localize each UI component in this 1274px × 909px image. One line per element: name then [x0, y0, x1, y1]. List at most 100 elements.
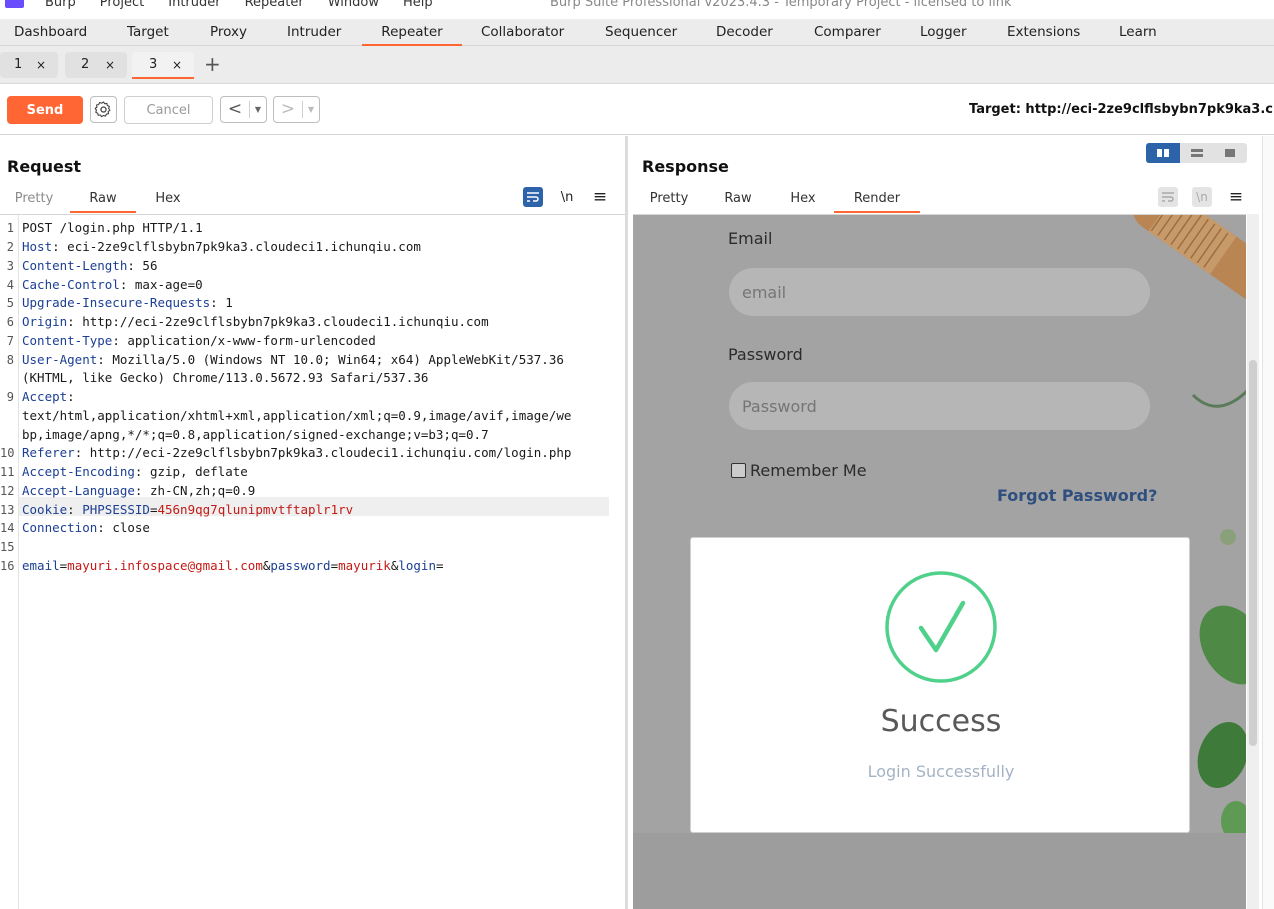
tab-hex[interactable]: Hex [145, 187, 191, 213]
menu-icon[interactable]: ≡ [1226, 187, 1246, 207]
inspector-collapsed-strip[interactable] [1262, 136, 1274, 909]
tab-proxy[interactable]: Proxy [210, 19, 247, 46]
line-text: bp,image/apng,*/*;q=0.8,application/sign… [22, 427, 489, 442]
settings-button[interactable] [90, 96, 117, 123]
header-name: User-Agent [22, 352, 98, 367]
header-value: gzip, deflate [149, 464, 248, 479]
close-icon[interactable]: × [172, 52, 182, 78]
newline-toggle-button[interactable]: \n [557, 187, 577, 207]
chevron-down-icon[interactable]: ▼ [249, 101, 266, 118]
render-backdrop [633, 833, 1246, 909]
send-button[interactable]: Send [7, 96, 83, 124]
tab-render[interactable]: Render [834, 187, 920, 213]
tab-logger[interactable]: Logger [920, 19, 967, 46]
header-name: Accept-Encoding [22, 464, 135, 479]
header-name: Content-Length [22, 258, 128, 273]
request-line: 1 POST /login.php HTTP/1.1 [0, 218, 203, 237]
request-line: 10 Referer: http://eci-2ze9clflsbybn7pk9k… [0, 443, 571, 462]
tab-raw[interactable]: Raw [70, 187, 136, 213]
line-number: 16 [0, 559, 15, 573]
header-name: Accept [22, 389, 68, 404]
header-name: Upgrade-Insecure-Requests [22, 295, 211, 310]
tab-learn[interactable]: Learn [1119, 19, 1157, 46]
wrap-lines-button[interactable] [523, 187, 543, 207]
window-title: Burp Suite Professional v2023.4.3 - Temp… [550, 0, 1012, 10]
layout-side-by-side-button[interactable] [1146, 143, 1180, 163]
forward-button[interactable]: > ▼ [273, 96, 320, 123]
columns-icon [1156, 149, 1169, 157]
menu-item-help[interactable]: Help [403, 0, 433, 10]
menu-item-window[interactable]: Window [328, 0, 379, 10]
tab-raw[interactable]: Raw [718, 187, 758, 213]
newline-toggle-button[interactable]: \n [1192, 187, 1212, 207]
tab-target[interactable]: Target [127, 19, 169, 46]
line-text: text/html,application/xhtml+xml,applicat… [22, 408, 572, 423]
param-value: mayurik [338, 558, 391, 573]
request-line: 9 Accept: [0, 387, 75, 406]
rendered-page: Email Password Remember Me Forgot Passwo… [633, 215, 1246, 833]
rows-icon [1190, 149, 1203, 157]
request-line: 2 Host: eci-2ze9clflsbybn7pk9ka3.cloudeci… [0, 237, 421, 256]
scrollbar-thumb[interactable] [1249, 360, 1257, 746]
tab-sequencer[interactable]: Sequencer [605, 19, 677, 46]
forgot-password-link[interactable]: Forgot Password? [997, 486, 1157, 505]
tab-hex[interactable]: Hex [783, 187, 823, 213]
tab-dashboard[interactable]: Dashboard [14, 19, 87, 46]
header-name: Cookie [22, 502, 68, 517]
request-line-cookie: 13 Cookie: PHPSESSID=456n9qg7qlunipmvtfta… [0, 500, 353, 519]
target-label[interactable]: Target: http://eci-2ze9clflsbybn7pk9ka3.… [969, 102, 1274, 117]
success-check-icon [885, 571, 997, 683]
request-line: bp,image/apng,*/*;q=0.8,application/sign… [0, 425, 489, 444]
header-value: 1 [225, 295, 233, 310]
render-scrollbar[interactable] [1247, 214, 1259, 909]
tab-extensions[interactable]: Extensions [1007, 19, 1080, 46]
close-icon[interactable]: × [105, 52, 115, 78]
add-tab-button[interactable]: + [204, 53, 221, 75]
layout-tabs-button[interactable] [1213, 143, 1247, 163]
title-bar: Burp Project Intruder Repeater Window He… [0, 0, 1274, 19]
repeater-tab-1[interactable]: 1 × [0, 52, 58, 78]
line-number: 7 [6, 334, 14, 348]
line-number: 3 [6, 259, 14, 273]
request-editor[interactable]: 1 POST /login.php HTTP/1.1 2 Host: eci-2ze… [0, 214, 625, 909]
header-value: 56 [142, 258, 158, 273]
repeater-tab-label: 3 [149, 57, 158, 72]
tab-comparer[interactable]: Comparer [814, 19, 881, 46]
wrap-lines-icon [527, 192, 539, 202]
back-button[interactable]: < ▼ [220, 96, 267, 123]
tab-pretty[interactable]: Pretty [8, 187, 60, 213]
repeater-tab-2[interactable]: 2 × [65, 52, 127, 78]
menu-icon[interactable]: ≡ [590, 187, 610, 207]
response-view-tabs: Pretty Raw Hex Render [628, 187, 1248, 213]
remember-checkbox[interactable] [731, 463, 746, 478]
request-line: 12 Accept-Language: zh-CN,zh;q=0.9 [0, 481, 255, 500]
response-pane: Response Pretty Raw Hex Render \n ≡ Emai… [628, 136, 1274, 909]
menu-item-intruder[interactable]: Intruder [168, 0, 220, 10]
success-modal: Success Login Successfully [690, 537, 1190, 833]
layout-stacked-button[interactable] [1180, 143, 1214, 163]
menu-item-repeater[interactable]: Repeater [245, 0, 304, 10]
tab-pretty[interactable]: Pretty [643, 187, 695, 213]
repeater-tab-3[interactable]: 3 × [132, 52, 194, 79]
wrap-lines-button[interactable] [1158, 187, 1178, 207]
password-input[interactable] [729, 382, 1150, 430]
request-pane: Request Pretty Raw Hex \n ≡ 1 POST /login… [0, 136, 625, 909]
line-number: 14 [0, 521, 15, 535]
header-value: application/x-www-form-urlencoded [127, 333, 376, 348]
tab-decoder[interactable]: Decoder [716, 19, 773, 46]
chevron-down-icon[interactable]: ▼ [302, 101, 319, 118]
tab-repeater[interactable]: Repeater [362, 19, 462, 46]
menu-item-burp[interactable]: Burp [45, 0, 76, 10]
cancel-button[interactable]: Cancel [124, 96, 213, 124]
tab-intruder[interactable]: Intruder [287, 19, 341, 46]
close-icon[interactable]: × [36, 52, 46, 78]
header-value: http://eci-2ze9clflsbybn7pk9ka3.cloudeci… [82, 314, 489, 329]
menu-item-project[interactable]: Project [100, 0, 144, 10]
header-name: Host [22, 239, 53, 254]
email-input[interactable] [729, 268, 1150, 316]
line-number: 2 [6, 240, 14, 254]
tab-collaborator[interactable]: Collaborator [481, 19, 564, 46]
header-value: close [112, 520, 150, 535]
request-line: 4 Cache-Control: max-age=0 [0, 275, 203, 294]
line-text: POST /login.php HTTP/1.1 [22, 220, 203, 235]
